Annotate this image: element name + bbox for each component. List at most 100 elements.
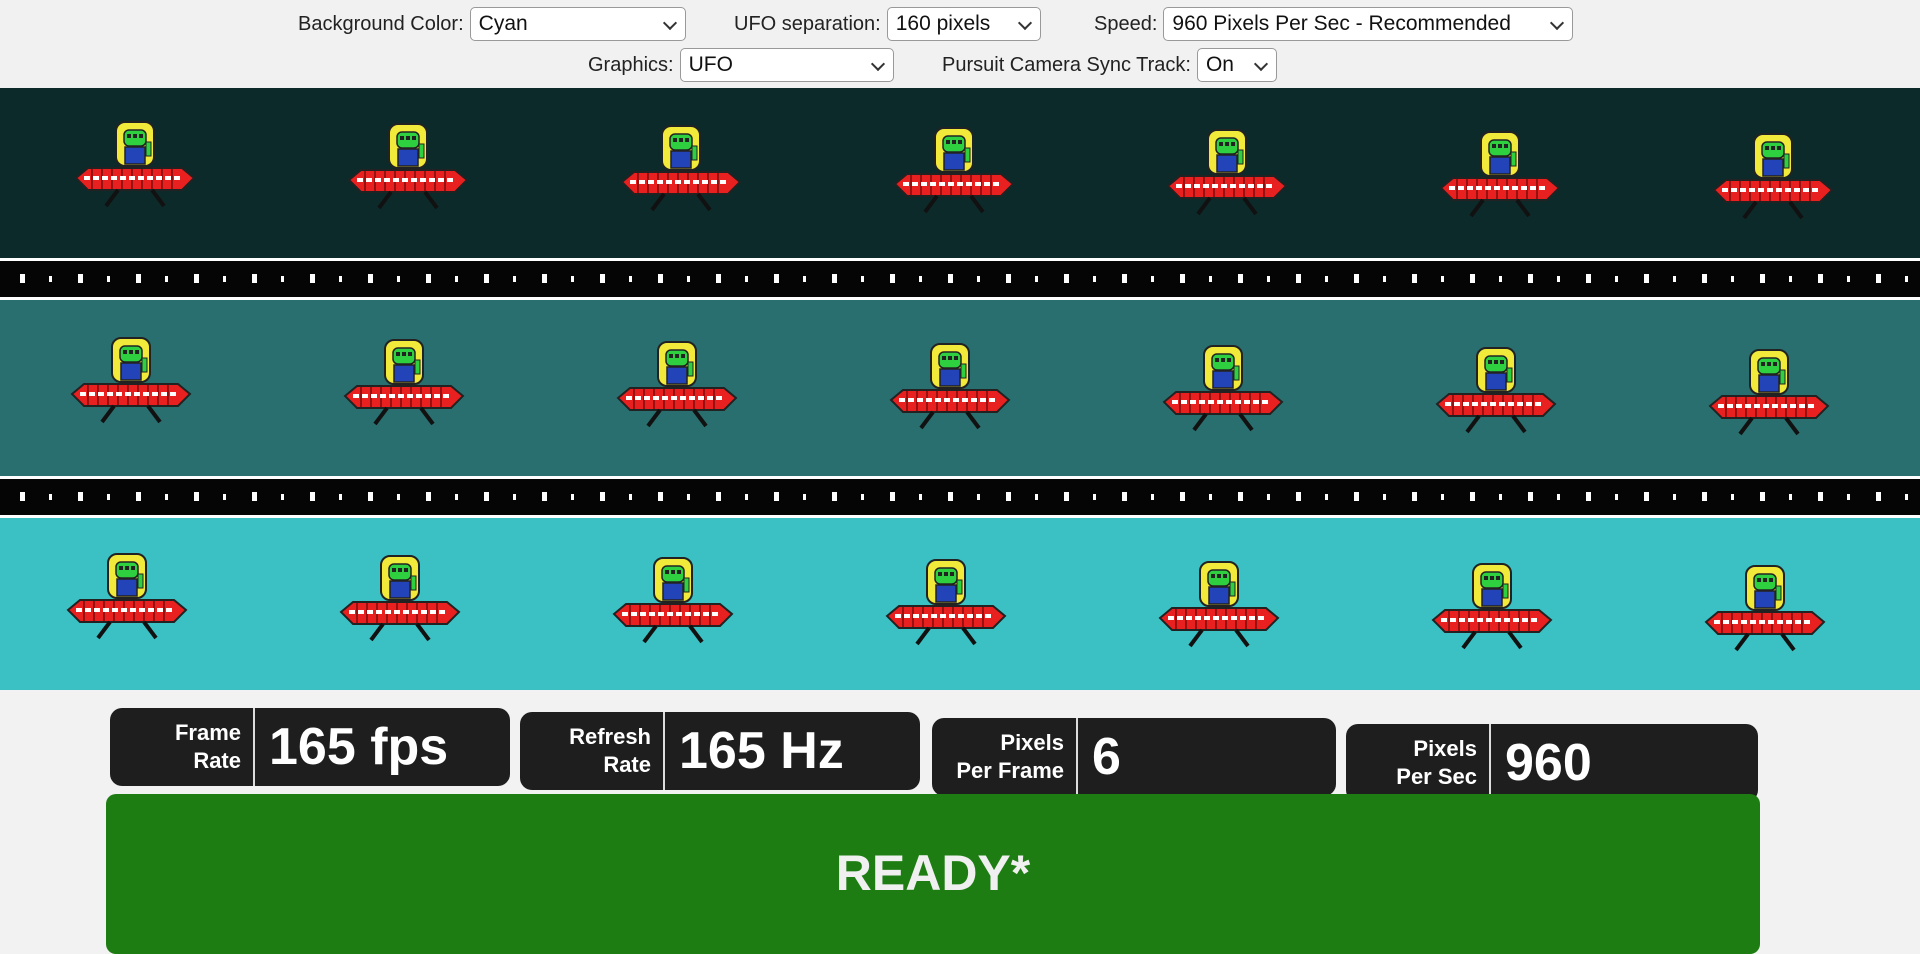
chevron-down-icon: [662, 15, 677, 31]
pursuit-camera-select[interactable]: On: [1196, 48, 1277, 82]
speed-control: Speed: 960 Pixels Per Sec - Recommended: [1094, 7, 1574, 41]
track-marker: [832, 492, 837, 501]
track-marker: [310, 274, 315, 283]
track-marker: [1673, 276, 1676, 282]
track-marker: [107, 276, 110, 282]
track-marker: [165, 276, 168, 282]
track-marker: [803, 494, 806, 500]
ufo-sprite: [66, 334, 196, 430]
track-marker: [1702, 492, 1707, 501]
track-marker: [629, 494, 632, 500]
background-color-select[interactable]: Cyan: [469, 7, 686, 41]
track-marker: [1818, 492, 1823, 501]
pursuit-camera-label: Pursuit Camera Sync Track:: [942, 53, 1191, 76]
chevron-down-icon: [870, 56, 885, 72]
track-marker: [1760, 274, 1765, 283]
frame-rate-label-line1: Frame: [174, 720, 241, 745]
ready-status-button[interactable]: READY*: [106, 794, 1760, 954]
track-marker: [426, 274, 431, 283]
track-marker: [1528, 274, 1533, 283]
pixels-per-frame-label-line2: Per Frame: [956, 758, 1064, 783]
track-marker: [136, 492, 141, 501]
track-marker: [542, 274, 547, 283]
background-color-value: Cyan: [478, 12, 528, 35]
track-marker: [1615, 276, 1618, 282]
track-marker: [1093, 276, 1096, 282]
track-marker: [1441, 276, 1444, 282]
track-marker: [1760, 492, 1765, 501]
track-marker: [658, 274, 663, 283]
ufo-sprite: [1435, 128, 1565, 224]
track-marker: [1441, 494, 1444, 500]
track-marker: [658, 492, 663, 501]
ufo-sprite: [339, 336, 469, 432]
track-marker: [107, 494, 110, 500]
frame-rate-value: 165 fps: [269, 718, 449, 776]
track-marker: [281, 276, 284, 282]
track-marker: [1209, 276, 1212, 282]
ufo-sprite: [881, 556, 1011, 652]
track-marker: [1876, 274, 1881, 283]
track-marker: [890, 492, 895, 501]
refresh-rate-label-line1: Refresh: [569, 724, 651, 749]
track-marker: [1151, 494, 1154, 500]
track-marker: [368, 274, 373, 283]
track-marker: [919, 276, 922, 282]
ufo-sprite: [1431, 344, 1561, 440]
track-marker: [1673, 494, 1676, 500]
track-marker: [861, 276, 864, 282]
track-marker: [165, 494, 168, 500]
graphics-select[interactable]: UFO: [679, 48, 894, 82]
track-marker: [455, 276, 458, 282]
background-color-label: Background Color:: [298, 12, 464, 35]
track-marker: [20, 492, 25, 501]
track-marker: [1557, 276, 1560, 282]
ufo-sprite: [1162, 126, 1292, 222]
chevron-down-icon: [1253, 56, 1269, 72]
pixels-per-sec-label-line1: Pixels: [1413, 736, 1477, 761]
track-marker: [1412, 274, 1417, 283]
track-marker: [1064, 492, 1069, 501]
ufo-sprite: [616, 122, 746, 218]
pixels-per-frame-value: 6: [1092, 728, 1121, 786]
track-marker: [716, 492, 721, 501]
sync-track: [0, 476, 1920, 518]
track-marker: [223, 494, 226, 500]
ufo-sprite: [62, 550, 192, 646]
track-marker: [426, 492, 431, 501]
ufo-sprite: [612, 338, 742, 434]
track-marker: [1209, 494, 1212, 500]
track-marker: [687, 276, 690, 282]
speed-select[interactable]: 960 Pixels Per Sec - Recommended: [1163, 7, 1574, 41]
track-marker: [49, 494, 52, 500]
track-marker: [1528, 492, 1533, 501]
track-marker: [571, 494, 574, 500]
track-marker: [310, 492, 315, 501]
track-marker: [948, 274, 953, 283]
sync-track: [0, 258, 1920, 300]
ufo-sprite: [70, 118, 200, 214]
track-marker: [1122, 274, 1127, 283]
track-marker: [1789, 494, 1792, 500]
track-marker: [919, 494, 922, 500]
track-marker: [1325, 494, 1328, 500]
graphics-control: Graphics: UFO: [588, 48, 894, 82]
pixels-per-frame-panel: Pixels Per Frame 6: [932, 718, 1336, 796]
track-marker: [223, 276, 226, 282]
track-marker: [890, 274, 895, 283]
ufo-sprite: [335, 552, 465, 648]
track-marker: [1731, 276, 1734, 282]
refresh-rate-label: Refresh Rate: [520, 712, 665, 790]
track-marker: [1296, 492, 1301, 501]
track-marker: [1876, 492, 1881, 501]
chevron-down-icon: [1550, 15, 1565, 31]
track-marker: [629, 276, 632, 282]
track-marker: [1035, 276, 1038, 282]
track-marker: [977, 494, 980, 500]
ufo-separation-select[interactable]: 160 pixels: [886, 7, 1041, 41]
track-marker: [252, 492, 257, 501]
ufo-sprite: [885, 340, 1015, 436]
track-marker: [513, 494, 516, 500]
track-marker: [1383, 494, 1386, 500]
track-marker: [1586, 492, 1591, 501]
